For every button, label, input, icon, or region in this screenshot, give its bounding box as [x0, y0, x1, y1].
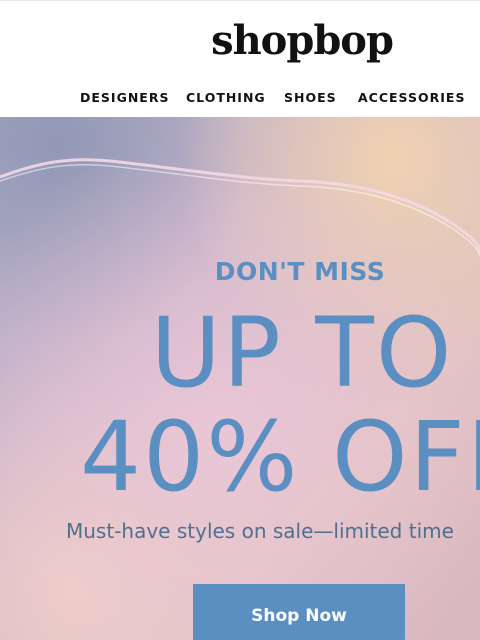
nav-item-accessories[interactable]: ACCESSORIES [358, 89, 465, 107]
hero-headline-line-1: UP TO [150, 297, 454, 409]
email-page: shopbop DESIGNERS CLOTHING SHOES ACCESSO… [0, 0, 480, 640]
hero-headline-line-2: 40% OFF [80, 401, 480, 513]
hero-banner[interactable]: DON'T MISS UP TO 40% OFF Must-have style… [0, 117, 480, 640]
main-nav: DESIGNERS CLOTHING SHOES ACCESSORIES [0, 89, 480, 109]
nav-item-clothing[interactable]: CLOTHING [186, 89, 266, 107]
site-header: shopbop DESIGNERS CLOTHING SHOES ACCESSO… [0, 0, 480, 117]
shopbop-logo[interactable]: shopbop [0, 15, 480, 67]
nav-item-shoes[interactable]: SHOES [284, 89, 337, 107]
hero-kicker: DON'T MISS [214, 257, 386, 286]
hero-content: DON'T MISS UP TO 40% OFF Must-have style… [0, 117, 480, 640]
hero-subtext: Must-have styles on sale—limited time [66, 519, 454, 543]
nav-item-designers[interactable]: DESIGNERS [80, 89, 169, 107]
shop-now-button[interactable]: Shop Now [193, 584, 405, 640]
